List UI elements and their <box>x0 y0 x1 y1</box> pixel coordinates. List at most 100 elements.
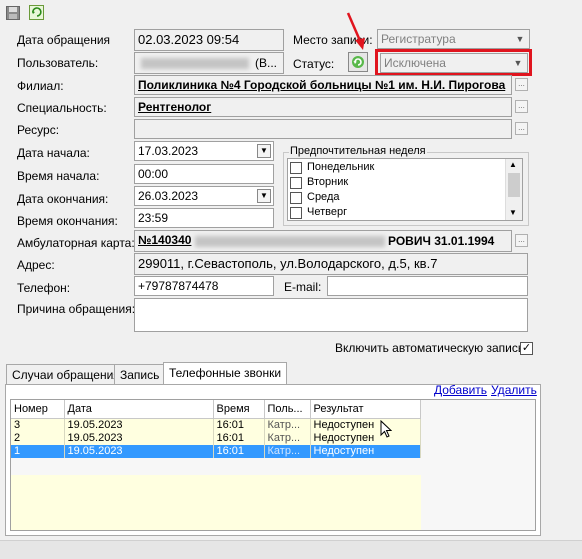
tab-phone-calls[interactable]: Телефонные звонки <box>163 362 288 385</box>
calendar-dropdown-icon[interactable]: ▼ <box>257 189 271 203</box>
start-date-picker[interactable]: 17.03.2023 ▼ <box>134 141 274 161</box>
card-browse-button[interactable]: ... <box>515 234 528 247</box>
user-label: Пользователь: <box>17 56 99 70</box>
weekday-label: Среда <box>307 191 340 203</box>
weekday-checkbox[interactable] <box>290 207 302 219</box>
cell-user: Катр... <box>264 432 311 445</box>
tab-booking[interactable]: Запись <box>114 364 166 384</box>
mouse-cursor-icon <box>380 419 393 438</box>
auto-booking-label: Включить автоматическую запись <box>335 341 525 355</box>
phone-label: Телефон: <box>17 281 71 295</box>
cell-user: Катр... <box>264 418 311 432</box>
card-label: Амбулаторная карта: <box>17 236 135 250</box>
scroll-down-icon[interactable]: ▼ <box>509 208 517 217</box>
status-highlight-box <box>375 49 532 76</box>
user-field[interactable]: (В... <box>134 52 284 74</box>
specialty-field[interactable]: Рентгенолог <box>134 97 512 117</box>
card-value-start: №140340 <box>138 233 192 247</box>
phone-field[interactable]: +79787874478 <box>134 276 274 296</box>
calls-grid[interactable]: Номер Дата Время Поль... Результат 3 19.… <box>10 399 536 531</box>
start-date-value: 17.03.2023 <box>138 144 199 158</box>
address-field[interactable]: 299011, г.Севастополь, ул.Володарского, … <box>134 253 528 275</box>
place-combo[interactable]: Регистратура ▼ <box>377 29 530 49</box>
cell-time: 16:01 <box>213 445 265 458</box>
reason-label: Причина обращения: <box>17 302 136 316</box>
specialty-label: Специальность: <box>17 101 107 115</box>
resource-field[interactable] <box>134 119 512 139</box>
scroll-up-icon[interactable]: ▲ <box>509 160 517 169</box>
cell-date: 19.05.2023 <box>64 432 214 445</box>
resource-label: Ресурс: <box>17 123 60 137</box>
cell-result: Недоступен <box>310 445 421 458</box>
add-call-link[interactable]: Добавить <box>434 383 487 397</box>
cell-time: 16:01 <box>213 432 265 445</box>
weekday-label: Понедельник <box>307 161 375 173</box>
cell-result: Недоступен <box>310 418 421 432</box>
weekday-label: Четверг <box>307 206 348 218</box>
end-date-value: 26.03.2023 <box>138 189 199 203</box>
tab-cases[interactable]: Случаи обращения <box>6 364 126 384</box>
weekday-label: Вторник <box>307 176 349 188</box>
reason-field[interactable] <box>134 298 528 332</box>
preferred-week-title: Предпочтительная неделя <box>289 145 427 157</box>
cell-number: 2 <box>11 432 65 445</box>
status-label: Статус: <box>293 57 335 71</box>
cell-result: Недоступен <box>310 432 421 445</box>
end-date-label: Дата окончания: <box>17 192 109 206</box>
column-header[interactable]: Поль... <box>264 400 311 419</box>
cell-time: 16:01 <box>213 418 265 432</box>
calendar-dropdown-icon[interactable]: ▼ <box>257 144 271 158</box>
cell-date: 19.05.2023 <box>64 445 214 458</box>
auto-booking-checkbox[interactable]: ✓ <box>520 342 533 355</box>
cell-number: 3 <box>11 418 65 432</box>
start-time-label: Время начала: <box>17 169 100 183</box>
email-field[interactable] <box>327 276 528 296</box>
column-header[interactable]: Дата <box>64 400 214 419</box>
branch-browse-button[interactable]: ... <box>515 78 528 91</box>
email-label: E-mail: <box>284 280 322 294</box>
column-header[interactable]: Результат <box>310 400 421 419</box>
weekday-checkbox[interactable] <box>290 177 302 189</box>
chevron-down-icon: ▼ <box>515 34 525 44</box>
table-row[interactable]: 2 19.05.2023 16:01 Катр... Недоступен <box>11 432 421 445</box>
weekday-list[interactable]: Понедельник Вторник Среда Четверг ▲ ▼ <box>287 158 523 221</box>
grid-empty-area <box>11 475 421 530</box>
column-header[interactable]: Номер <box>11 400 65 419</box>
branch-label: Филиал: <box>17 79 64 93</box>
resource-browse-button[interactable]: ... <box>515 122 528 135</box>
end-time-field[interactable]: 23:59 <box>134 208 274 228</box>
cell-user: Катр... <box>264 445 311 458</box>
column-header[interactable]: Время <box>213 400 265 419</box>
start-time-field[interactable]: 00:00 <box>134 164 274 184</box>
calls-header-row: Номер Дата Время Поль... Результат <box>11 400 421 419</box>
calls-table: Номер Дата Время Поль... Результат 3 19.… <box>11 400 421 458</box>
card-value-end: РОВИЧ 31.01.1994 <box>388 234 495 248</box>
place-value: Регистратура <box>381 32 456 46</box>
end-date-picker[interactable]: 26.03.2023 ▼ <box>134 186 274 206</box>
annotation-arrow <box>343 10 368 52</box>
table-row[interactable]: 1 19.05.2023 16:01 Катр... Недоступен <box>11 445 421 458</box>
status-refresh-button[interactable] <box>348 52 368 72</box>
specialty-browse-button[interactable]: ... <box>515 100 528 113</box>
weekday-checkbox[interactable] <box>290 162 302 174</box>
cell-date: 19.05.2023 <box>64 418 214 432</box>
branch-field[interactable]: Поликлиника №4 Городской больницы №1 им.… <box>134 75 512 95</box>
weekday-scrollbar[interactable]: ▲ ▼ <box>505 159 522 220</box>
user-value: (В... <box>255 56 278 70</box>
table-row[interactable]: 3 19.05.2023 16:01 Катр... Недоступен <box>11 418 421 432</box>
start-date-label: Дата начала: <box>17 146 90 160</box>
end-time-label: Время окончания: <box>17 214 118 228</box>
status-bar <box>0 540 582 559</box>
date-label: Дата обращения <box>17 33 111 47</box>
card-field[interactable]: №140340 РОВИЧ 31.01.1994 <box>134 230 512 252</box>
tab-panel: Добавить Удалить Номер Дата Время Поль..… <box>5 383 541 536</box>
weekday-checkbox[interactable] <box>290 192 302 204</box>
scroll-thumb[interactable] <box>508 173 520 197</box>
save-icon[interactable] <box>6 6 20 20</box>
address-label: Адрес: <box>17 258 55 272</box>
cell-number: 1 <box>11 445 65 458</box>
blurred-card-name <box>195 236 385 247</box>
delete-call-link[interactable]: Удалить <box>491 383 537 397</box>
refresh-icon[interactable] <box>29 5 44 20</box>
date-field[interactable]: 02.03.2023 09:54 <box>134 29 284 51</box>
